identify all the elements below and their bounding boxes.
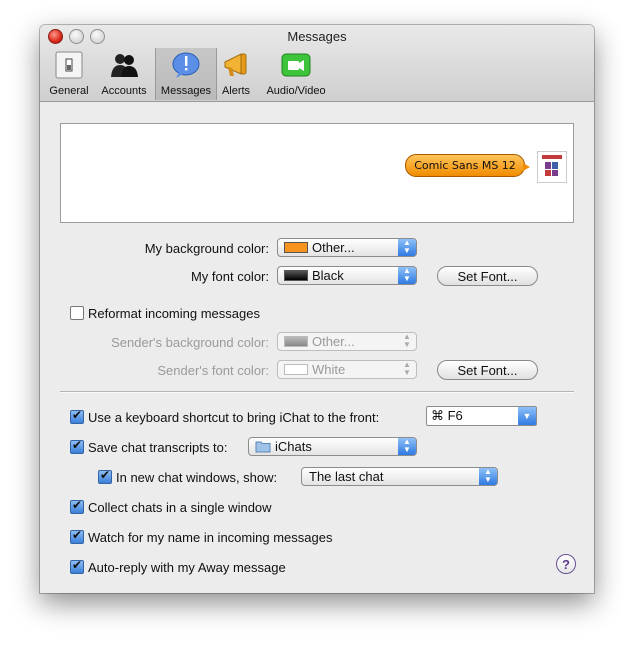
tab-audio-video-label: Audio/Video (266, 85, 326, 97)
sender-set-font-button[interactable]: Set Font... (437, 360, 538, 380)
tab-messages[interactable]: Messages (155, 48, 217, 100)
chevron-down-icon: ▼ (518, 407, 536, 425)
collect-checkbox[interactable] (70, 498, 84, 514)
shortcut-value: ⌘ F6 (431, 408, 463, 423)
transcripts-checkbox[interactable] (70, 438, 84, 454)
shortcut-label: Use a keyboard shortcut to bring iChat t… (88, 410, 380, 425)
tab-alerts[interactable]: Alerts (216, 48, 256, 100)
new-chat-label: In new chat windows, show: (116, 470, 278, 485)
sender-bg-popup[interactable]: Other... ▲ ▼ (277, 332, 417, 351)
shortcut-field[interactable]: ⌘ F6 ▼ (426, 406, 537, 426)
transcripts-popup[interactable]: iChats ▲ ▼ (248, 437, 417, 456)
buddy-picture-icon (537, 151, 567, 183)
font-color-swatch (284, 270, 308, 281)
transcripts-value: iChats (275, 439, 312, 454)
bg-color-label: My background color: (144, 241, 269, 256)
sender-font-value: White (312, 362, 346, 377)
help-button[interactable]: ? (556, 554, 576, 574)
tab-accounts-label: Accounts (101, 85, 147, 97)
bg-color-popup[interactable]: Other... ▲ ▼ (277, 238, 417, 257)
new-chat-popup[interactable]: The last chat ▲ ▼ (301, 467, 498, 486)
set-font-button[interactable]: Set Font... (437, 266, 538, 286)
window-title: Messages (287, 29, 347, 44)
watch-checkbox[interactable] (70, 528, 84, 544)
autoreply-checkbox[interactable] (70, 558, 84, 574)
tab-general[interactable]: General (46, 48, 92, 100)
transcripts-label: Save chat transcripts to: (88, 440, 228, 455)
shortcut-checkbox[interactable] (70, 408, 84, 424)
sender-font-swatch (284, 364, 308, 375)
sender-bg-value: Other... (312, 334, 355, 349)
reformat-checkbox[interactable] (70, 306, 84, 320)
collect-label: Collect chats in a single window (88, 500, 272, 515)
reformat-label: Reformat incoming messages (88, 306, 260, 321)
autoreply-label: Auto-reply with my Away message (88, 560, 286, 575)
tab-audio-video[interactable]: Audio/Video (260, 48, 332, 100)
switch-icon (55, 51, 83, 79)
font-color-value: Black (312, 268, 344, 283)
chevron-updown-icon: ▲ ▼ (398, 267, 416, 284)
chevron-updown-icon: ▲ ▼ (479, 468, 497, 485)
sender-bg-label: Sender's background color: (111, 335, 269, 350)
divider (60, 391, 574, 393)
tab-messages-label: Messages (160, 85, 212, 97)
folder-icon (255, 441, 271, 453)
tab-general-label: General (49, 85, 89, 97)
chevron-updown-icon: ▲ ▼ (403, 360, 411, 377)
bg-color-swatch (284, 242, 308, 253)
preferences-window: Messages General Accounts Messages Alert… (40, 25, 594, 593)
chevron-updown-icon: ▲ ▼ (398, 239, 416, 256)
bg-color-value: Other... (312, 240, 355, 255)
titlebar: Messages General Accounts Messages Alert… (40, 25, 594, 102)
sender-font-label: Sender's font color: (157, 363, 269, 378)
sender-font-popup[interactable]: White ▲ ▼ (277, 360, 417, 379)
new-chat-checkbox[interactable] (98, 468, 112, 484)
preview-bubble: Comic Sans MS 12 (405, 154, 530, 177)
sender-bg-swatch (284, 336, 308, 347)
font-color-popup[interactable]: Black ▲ ▼ (277, 266, 417, 285)
people-icon (111, 54, 138, 77)
megaphone-icon (224, 53, 247, 76)
speech-bubble-icon (172, 52, 200, 78)
watch-label: Watch for my name in incoming messages (88, 530, 333, 545)
chevron-updown-icon: ▲ ▼ (403, 332, 411, 349)
chevron-updown-icon: ▲ ▼ (398, 438, 416, 455)
tab-accounts[interactable]: Accounts (96, 48, 152, 100)
new-chat-value: The last chat (309, 469, 384, 484)
camera-icon (281, 53, 311, 77)
tab-alerts-label: Alerts (221, 85, 251, 97)
chat-preview: Comic Sans MS 12 (60, 123, 574, 223)
font-color-label: My font color: (190, 269, 269, 284)
